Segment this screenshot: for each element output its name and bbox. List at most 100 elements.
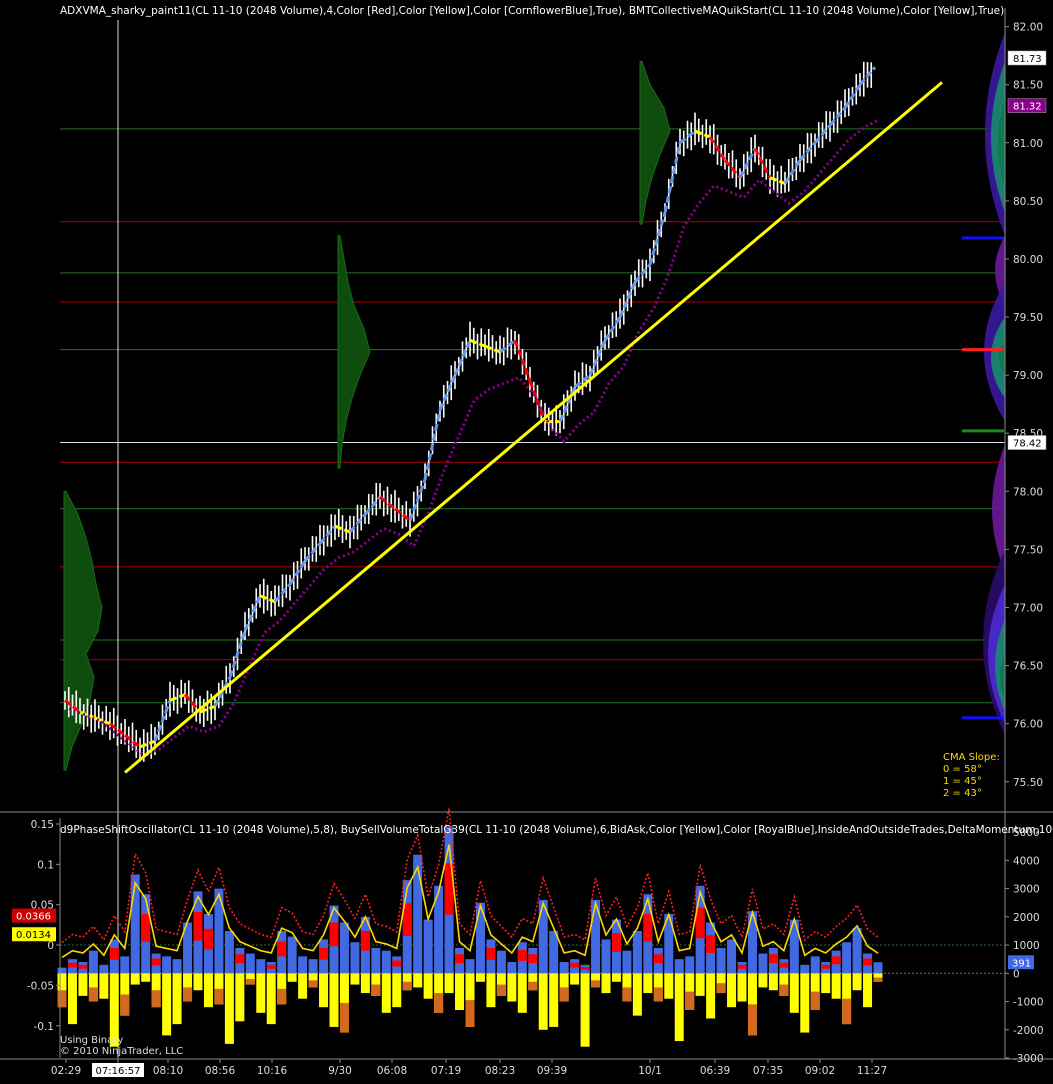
time-label: 02:29 (51, 1065, 81, 1077)
delta-orange-bar (214, 988, 224, 1005)
volume-buy-bar (810, 956, 820, 974)
volume-sell-bar (475, 973, 485, 982)
volume-sell-bar (538, 973, 548, 1030)
volume-sell-bar (298, 973, 308, 999)
volume-buy-bar (88, 950, 98, 974)
delta-orange-bar (528, 981, 538, 991)
price-tag-label: 81.73 (1013, 54, 1042, 65)
volume-buy-bar (57, 967, 67, 974)
volume-sell-bar (549, 973, 559, 1027)
volume-buy-bar (507, 962, 517, 974)
osc-tick-label: 0 (47, 940, 54, 952)
volume-buy-bar (350, 942, 360, 974)
volume-sell-bar (737, 973, 747, 1002)
volume-sell-bar (455, 973, 465, 1010)
volume-sell-bar (141, 973, 151, 982)
delta-red-bar (863, 958, 873, 966)
price-tick-label: 75.50 (1013, 777, 1043, 789)
time-label: 09:39 (537, 1065, 567, 1077)
volume-sell-bar (727, 973, 737, 1008)
volume-sell-bar (768, 973, 778, 991)
delta-orange-bar (402, 981, 412, 991)
delta-red-bar (266, 964, 276, 969)
volume-sell-bar (423, 973, 433, 999)
time-label: 06:08 (377, 1065, 407, 1077)
volume-tick-label: 3000 (1013, 884, 1040, 896)
price-tick-label: 80.50 (1013, 196, 1043, 208)
volume-buy-bar (559, 962, 569, 974)
delta-orange-bar (57, 990, 67, 1008)
footer-using-binary: Using Binary (60, 1035, 124, 1046)
delta-orange-bar (308, 980, 318, 988)
delta-orange-bar (873, 977, 883, 982)
delta-orange-bar (685, 991, 695, 1010)
price-tick-label: 76.00 (1013, 719, 1043, 731)
volume-sell-bar (256, 973, 266, 1013)
volume-sell-bar (758, 973, 768, 988)
delta-orange-bar (716, 983, 726, 994)
delta-orange-bar (653, 987, 663, 1002)
chart-canvas: 82.0081.5081.0080.5080.0079.5079.0078.50… (0, 0, 1053, 1084)
volume-buy-bar (130, 874, 140, 974)
delta-red-bar (455, 954, 465, 964)
volume-buy-bar (162, 956, 172, 974)
delta-red-bar (360, 930, 370, 951)
delta-red-bar (779, 962, 789, 968)
delta-orange-bar (245, 978, 255, 985)
volume-sell-bar (486, 973, 496, 1008)
time-label: 9/30 (328, 1065, 352, 1077)
time-label: 08:10 (153, 1065, 183, 1077)
delta-orange-bar (842, 998, 852, 1025)
volume-sell-bar (643, 973, 653, 994)
osc-tick-label: 0.1 (37, 859, 54, 871)
volume-sell-bar (632, 973, 642, 1016)
delta-orange-bar (88, 987, 98, 1002)
delta-orange-bar (747, 1004, 757, 1036)
volume-tick-label: 0 (1013, 968, 1020, 980)
volume-buy-bar (622, 950, 632, 974)
price-panel-title: ADXVMA_sharky_paint11(CL 11-10 (2048 Vol… (60, 5, 1005, 17)
delta-red-bar (643, 914, 653, 942)
delta-red-bar (706, 935, 716, 953)
volume-sell-bar (329, 973, 339, 1027)
time-label: 08:56 (205, 1065, 236, 1077)
volume-sell-bar (570, 973, 580, 985)
volume-buy-bar (172, 959, 182, 974)
volume-sell-bar (130, 973, 140, 985)
time-label: 07:16:57 (96, 1066, 141, 1077)
volume-sell-bar (800, 973, 810, 1033)
volume-buy-bar (308, 959, 318, 974)
delta-red-bar (528, 954, 538, 964)
delta-orange-bar (622, 987, 632, 1002)
delta-red-bar (203, 928, 213, 950)
price-tick-label: 77.00 (1013, 603, 1043, 615)
delta-orange-bar (591, 980, 601, 988)
volume-tick-label: -2000 (1013, 1025, 1044, 1037)
volume-sell-bar (193, 973, 203, 991)
volume-value-tag-label: 391 (1012, 958, 1031, 969)
delta-orange-bar (183, 987, 193, 1002)
delta-red-bar (141, 914, 151, 942)
time-label: 11:27 (857, 1065, 887, 1077)
volume-sell-bar (863, 973, 873, 1008)
price-tick-label: 76.50 (1013, 661, 1043, 673)
delta-red-bar (78, 964, 88, 969)
cma-slope-title: CMA Slope: (943, 752, 1000, 763)
volume-buy-bar (120, 956, 130, 974)
volume-tick-label: 4000 (1013, 855, 1040, 867)
volume-buy-bar (99, 964, 109, 974)
price-tick-label: 79.50 (1013, 312, 1043, 324)
volume-sell-bar (831, 973, 841, 999)
time-label: 10/1 (638, 1065, 662, 1077)
volume-sell-bar (350, 973, 360, 985)
volume-sell-bar (580, 973, 590, 1047)
delta-red-bar (831, 956, 841, 965)
price-tick-label: 82.00 (1013, 22, 1043, 34)
volume-buy-bar (245, 953, 255, 974)
delta-red-bar (193, 911, 203, 941)
osc-tick-label: 0.15 (31, 819, 54, 831)
volume-sell-bar (162, 973, 172, 1036)
delta-orange-bar (496, 984, 506, 996)
volume-sell-bar (392, 973, 402, 1008)
delta-red-bar (653, 954, 663, 964)
